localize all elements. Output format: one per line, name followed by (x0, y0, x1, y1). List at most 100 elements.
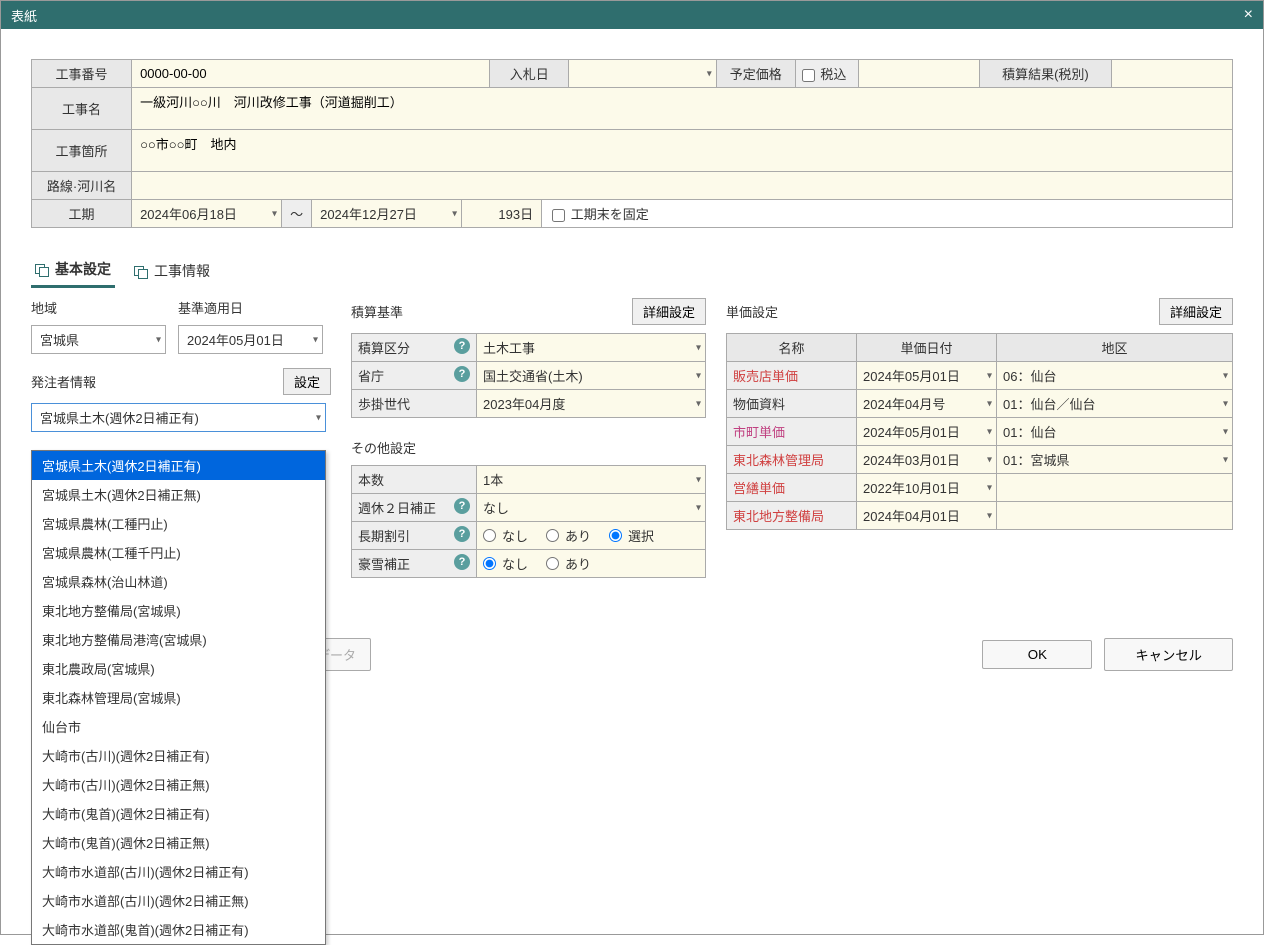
rosen-input[interactable] (138, 176, 1226, 195)
sekisan-detail-button[interactable]: 詳細設定 (632, 298, 706, 325)
cancel-button[interactable]: キャンセル (1104, 638, 1233, 671)
nyusatsu-label: 入札日 (490, 60, 569, 88)
close-icon[interactable]: × (1244, 6, 1253, 24)
table-row: 東北森林管理局2024年03月01日01：宮城県 (727, 446, 1233, 474)
client-label: 発注者情報 (31, 372, 96, 391)
client-option[interactable]: 宮城県森林(治山林道) (32, 567, 325, 596)
kijun-date-select[interactable]: 2024年05月01日 (178, 325, 323, 354)
tanka-date-select[interactable]: 2024年04月01日 (857, 502, 997, 530)
kouki-fix-checkbox[interactable] (552, 209, 565, 222)
client-option[interactable]: 宮城県土木(週休2日補正無) (32, 480, 325, 509)
kouji-mei-label: 工事名 (32, 88, 132, 130)
client-option[interactable]: 東北地方整備局港湾(宮城県) (32, 625, 325, 654)
tanka-date-select[interactable]: 2024年04月号 (857, 390, 997, 418)
gousetsu-ari-radio[interactable] (546, 557, 559, 570)
chouki-radio-group: なし あり 選択 (483, 526, 699, 545)
nyusatsu-date-select[interactable] (569, 60, 716, 88)
kouji-no-input[interactable] (138, 64, 483, 83)
client-select[interactable]: 宮城県土木(週休2日補正有) (31, 403, 326, 432)
tabs: 基本設定 工事情報 (31, 253, 1233, 288)
client-option[interactable]: 東北森林管理局(宮城県) (32, 683, 325, 712)
client-settei-button[interactable]: 設定 (283, 368, 331, 395)
kouki-end-select[interactable]: 2024年12月27日 (312, 200, 462, 227)
tab-basic[interactable]: 基本設定 (31, 253, 115, 288)
tanka-tbody: 販売店単価2024年05月01日06：仙台物価資料2024年04月号01：仙台／… (727, 362, 1233, 530)
tanka-header-name: 名称 (727, 334, 857, 362)
tanka-chiku-select[interactable] (997, 474, 1233, 502)
chouki-ari-radio[interactable] (546, 529, 559, 542)
tanka-name-cell: 東北地方整備局 (727, 502, 857, 530)
honsu-select[interactable]: 1本 (477, 466, 706, 494)
tanka-detail-button[interactable]: 詳細設定 (1159, 298, 1233, 325)
help-icon[interactable]: ? (454, 554, 470, 570)
sekisan-title: 積算基準 (351, 302, 403, 321)
client-option[interactable]: 大崎市(鬼首)(週休2日補正無) (32, 828, 325, 857)
kouji-kasho-input[interactable] (138, 134, 1226, 153)
help-icon[interactable]: ? (454, 498, 470, 514)
sekisan-table: 積算区分?土木工事 省庁?国土交通省(土木) 歩掛世代2023年04月度 (351, 333, 706, 418)
tanka-name-cell: 市町単価 (727, 418, 857, 446)
tanka-name-cell: 東北森林管理局 (727, 446, 857, 474)
gousetsu-nashi-radio[interactable] (483, 557, 496, 570)
tanka-header-date: 単価日付 (857, 334, 997, 362)
chouki-sentaku-radio[interactable] (609, 529, 622, 542)
tab-info[interactable]: 工事情報 (130, 253, 214, 288)
kouki-fix-label[interactable]: 工期末を固定 (552, 207, 649, 222)
client-option[interactable]: 宮城県農林(工種千円止) (32, 538, 325, 567)
client-option[interactable]: 大崎市水道部(鬼首)(週休2日補正有) (32, 915, 325, 944)
help-icon[interactable]: ? (454, 366, 470, 382)
client-option[interactable]: 大崎市(鬼首)(週休2日補正有) (32, 799, 325, 828)
client-option[interactable]: 宮城県農林(工種円止) (32, 509, 325, 538)
kouji-mei-input[interactable] (138, 92, 1226, 111)
gousetsu-radio-group: なし あり (483, 554, 699, 573)
tanka-chiku-select[interactable]: 06：仙台 (997, 362, 1233, 390)
rosen-label: 路線·河川名 (32, 172, 132, 200)
help-icon[interactable]: ? (454, 526, 470, 542)
client-option[interactable]: 東北農政局(宮城県) (32, 654, 325, 683)
client-option[interactable]: 大崎市水道部(古川)(週休2日補正有) (32, 857, 325, 886)
budake-select[interactable]: 2023年04月度 (477, 390, 706, 418)
client-option[interactable]: 宮城県土木(週休2日補正有) (32, 451, 325, 480)
sekisan-kekka-cell (1111, 60, 1232, 88)
kubun-select[interactable]: 土木工事 (477, 334, 706, 362)
shukyu-select[interactable]: なし (477, 494, 706, 522)
zeikin-checkbox-label[interactable]: 税込 (802, 67, 847, 82)
table-row: 営繕単価2022年10月01日 (727, 474, 1233, 502)
client-option[interactable]: 東北地方整備局(宮城県) (32, 596, 325, 625)
tanka-chiku-select[interactable]: 01：仙台／仙台 (997, 390, 1233, 418)
client-dropdown-list[interactable]: 宮城県土木(週休2日補正有)宮城県土木(週休2日補正無)宮城県農林(工種円止)宮… (31, 450, 326, 945)
zeikin-checkbox[interactable] (802, 69, 815, 82)
shocho-select[interactable]: 国土交通省(土木) (477, 362, 706, 390)
chouki-nashi-radio[interactable] (483, 529, 496, 542)
tanka-date-select[interactable]: 2024年03月01日 (857, 446, 997, 474)
kouki-days: 193日 (462, 200, 542, 227)
client-option[interactable]: 大崎市水道部(古川)(週休2日補正無) (32, 886, 325, 915)
client-option[interactable]: 大崎市(古川)(週休2日補正有) (32, 741, 325, 770)
tanka-chiku-select[interactable]: 01：仙台 (997, 418, 1233, 446)
dialog-window: 表紙 × 工事番号 入札日 予定価格 税込 積算結果(税別) 工事名 工事箇所 (0, 0, 1264, 935)
tanka-chiku-select[interactable] (997, 502, 1233, 530)
table-row: 物価資料2024年04月号01：仙台／仙台 (727, 390, 1233, 418)
help-icon[interactable]: ? (454, 338, 470, 354)
client-option[interactable]: 大崎市(古川)(週休2日補正無) (32, 770, 325, 799)
tanka-date-select[interactable]: 2024年05月01日 (857, 418, 997, 446)
tanka-title: 単価設定 (726, 302, 778, 321)
yotei-price-cell[interactable] (858, 60, 979, 88)
ok-button[interactable]: OK (982, 640, 1092, 669)
tanka-date-select[interactable]: 2024年05月01日 (857, 362, 997, 390)
kouki-label: 工期 (32, 200, 132, 228)
kouki-start-select[interactable]: 2024年06月18日 (132, 200, 282, 227)
tanka-table: 名称 単価日付 地区 販売店単価2024年05月01日06：仙台物価資料2024… (726, 333, 1233, 530)
tab-icon (134, 266, 148, 276)
tanka-name-cell: 営繕単価 (727, 474, 857, 502)
tanka-name-cell: 物価資料 (727, 390, 857, 418)
chiiki-select[interactable]: 宮城県 (31, 325, 166, 354)
tanka-date-select[interactable]: 2022年10月01日 (857, 474, 997, 502)
tanka-chiku-select[interactable]: 01：宮城県 (997, 446, 1233, 474)
project-info-table: 工事番号 入札日 予定価格 税込 積算結果(税別) 工事名 工事箇所 路線·河川… (31, 59, 1233, 228)
client-option[interactable]: 仙台市 (32, 712, 325, 741)
window-title: 表紙 (11, 6, 37, 25)
kouji-no-label: 工事番号 (32, 60, 132, 88)
tab-icon (35, 264, 49, 274)
tanka-name-cell: 販売店単価 (727, 362, 857, 390)
